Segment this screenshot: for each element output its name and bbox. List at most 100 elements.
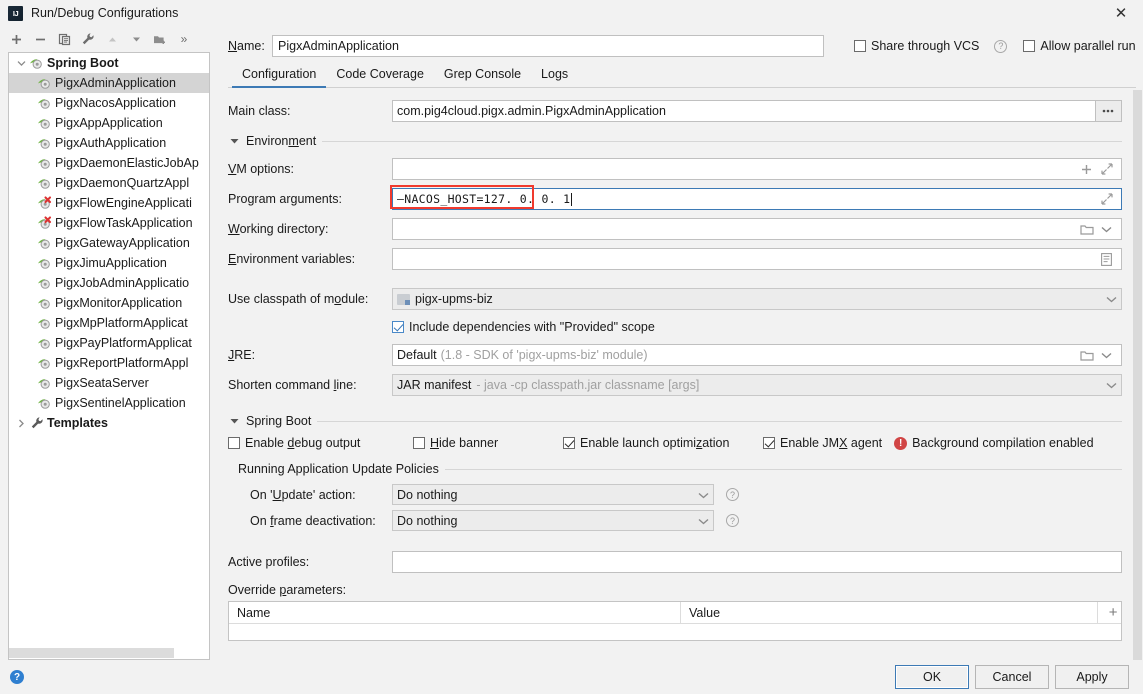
share-through-vcs-checkbox[interactable]: Share through VCS xyxy=(854,39,979,53)
jre-combo[interactable]: Default (1.8 - SDK of 'pigx-upms-biz' mo… xyxy=(392,344,1122,366)
program-arguments-value: —NACOS_HOST=127. 0. 0. 1 xyxy=(397,192,571,206)
tree-item-pigxmonitorapplication[interactable]: PigxMonitorApplication xyxy=(9,293,209,313)
chevron-down-icon[interactable] xyxy=(1097,226,1117,233)
new-folder-icon[interactable] xyxy=(149,28,171,50)
program-arguments-input[interactable]: —NACOS_HOST=127. 0. 0. 1 xyxy=(392,188,1122,210)
include-provided-row: Include dependencies with "Provided" sco… xyxy=(228,316,1122,338)
tree-horizontal-scrollbar[interactable] xyxy=(9,647,209,659)
vm-options-add-icon[interactable] xyxy=(1077,164,1097,175)
add-configuration-button[interactable] xyxy=(5,28,27,50)
spring-boot-collapse-icon[interactable] xyxy=(228,418,240,425)
shorten-command-line-combo[interactable]: JAR manifest - java -cp classpath.jar cl… xyxy=(392,374,1122,396)
enable-jmx-agent-checkbox[interactable]: Enable JMX agent xyxy=(763,436,882,450)
tree-item-pigxmpplatformapplicat[interactable]: PigxMpPlatformApplicat xyxy=(9,313,209,333)
tree-item-pigxreportplatformappl[interactable]: PigxReportPlatformAppl xyxy=(9,353,209,373)
update-policies-divider xyxy=(444,468,1122,470)
use-classpath-chevron-down-icon[interactable] xyxy=(1100,292,1117,306)
edit-templates-wrench-icon[interactable] xyxy=(77,28,99,50)
chevron-right-icon[interactable] xyxy=(13,419,29,428)
close-icon[interactable]: ✕ xyxy=(1099,0,1143,26)
tree-item-pigxauthapplication[interactable]: PigxAuthApplication xyxy=(9,133,209,153)
tree-item-label: PigxJimuApplication xyxy=(55,256,167,270)
tree-item-pigxadminapplication[interactable]: PigxAdminApplication xyxy=(9,73,209,93)
more-actions-button[interactable]: » xyxy=(173,28,195,50)
remove-configuration-button[interactable] xyxy=(29,28,51,50)
share-vcs-help-icon[interactable]: ? xyxy=(994,39,1008,53)
apply-button[interactable]: Apply xyxy=(1055,665,1129,689)
tree-item-pigxdaemonelasticjobap[interactable]: PigxDaemonElasticJobAp xyxy=(9,153,209,173)
on-frame-deactivation-combo[interactable]: Do nothing xyxy=(392,510,714,531)
spring-boot-section-divider xyxy=(317,420,1122,422)
main-class-input[interactable]: com.pig4cloud.pigx.admin.PigxAdminApplic… xyxy=(392,100,1096,122)
tree-item-templates[interactable]: Templates xyxy=(9,413,209,433)
ok-button[interactable]: OK xyxy=(895,665,969,689)
tree-item-pigxgatewayapplication[interactable]: PigxGatewayApplication xyxy=(9,233,209,253)
intellij-idea-logo-icon xyxy=(8,5,23,21)
working-directory-label: Working directory: xyxy=(228,222,329,236)
allow-parallel-run-checkbox[interactable]: Allow parallel run xyxy=(1023,39,1136,53)
tree-item-pigxdaemonquartzappl[interactable]: PigxDaemonQuartzAppl xyxy=(9,173,209,193)
shorten-command-line-chevron-down-icon[interactable] xyxy=(1100,378,1117,392)
tree-group-spring-boot[interactable]: Spring Boot xyxy=(9,53,209,73)
on-update-action-chevron-down-icon[interactable] xyxy=(698,488,709,502)
tree-item-pigxjobadminapplicatio[interactable]: PigxJobAdminApplicatio xyxy=(9,273,209,293)
copy-configuration-icon[interactable] xyxy=(53,28,75,50)
on-update-action-combo[interactable]: Do nothing xyxy=(392,484,714,505)
column-header-name[interactable]: Name xyxy=(229,601,681,624)
add-parameter-button[interactable]: + xyxy=(1096,601,1121,624)
on-update-action-help-icon[interactable]: ? xyxy=(726,488,739,501)
active-profiles-input[interactable] xyxy=(392,551,1122,573)
folder-icon[interactable] xyxy=(1077,224,1097,235)
tree-horizontal-scroll-thumb[interactable] xyxy=(9,648,174,658)
enable-debug-output-checkbox-box xyxy=(228,437,240,449)
move-down-icon[interactable] xyxy=(125,28,147,50)
vm-options-input[interactable] xyxy=(392,158,1122,180)
tab-logs[interactable]: Logs xyxy=(531,67,578,87)
tree-item-pigxflowengineapplicati[interactable]: PigxFlowEngineApplicati xyxy=(9,193,209,213)
cancel-button[interactable]: Cancel xyxy=(975,665,1049,689)
tab-grep-console[interactable]: Grep Console xyxy=(434,67,531,87)
tab-configuration[interactable]: Configuration xyxy=(232,67,327,88)
working-directory-input[interactable] xyxy=(392,218,1122,240)
vm-options-expand-icon[interactable] xyxy=(1097,163,1117,175)
list-icon[interactable] xyxy=(1097,252,1117,266)
enable-launch-optimization-checkbox[interactable]: Enable launch optimization xyxy=(563,436,763,450)
tree-item-pigxappapplication[interactable]: PigxAppApplication xyxy=(9,113,209,133)
background-compilation-label: Background compilation enabled xyxy=(912,436,1094,450)
tree-item-pigxseataserver[interactable]: PigxSeataServer xyxy=(9,373,209,393)
environment-variables-input[interactable] xyxy=(392,248,1122,270)
name-input[interactable] xyxy=(272,35,824,57)
enable-debug-output-checkbox[interactable]: Enable debug output xyxy=(228,436,413,450)
use-classpath-combo[interactable]: pigx-upms-biz xyxy=(392,288,1122,310)
hide-banner-checkbox[interactable]: Hide banner xyxy=(413,436,563,450)
help-icon[interactable]: ? xyxy=(10,670,24,684)
form-vertical-scrollbar[interactable] xyxy=(1130,88,1143,660)
configurations-tree[interactable]: Spring Boot PigxAdminApplication PigxNacos… xyxy=(8,52,210,660)
spring-boot-icon xyxy=(37,96,53,110)
jre-folder-icon[interactable] xyxy=(1077,350,1097,361)
tree-item-label: PigxGatewayApplication xyxy=(55,236,190,250)
environment-section-header[interactable]: Environment xyxy=(228,134,1122,148)
tree-item-pigxflowtaskapplication[interactable]: PigxFlowTaskApplication xyxy=(9,213,209,233)
move-up-icon[interactable] xyxy=(101,28,123,50)
on-frame-deactivation-help-icon[interactable]: ? xyxy=(726,514,739,527)
environment-collapse-icon[interactable] xyxy=(228,138,240,145)
on-update-action-value: Do nothing xyxy=(397,487,458,502)
chevron-down-icon[interactable] xyxy=(13,60,29,67)
enable-debug-output-label: Enable debug output xyxy=(245,436,361,450)
override-parameters-table[interactable]: Name Value + xyxy=(228,601,1122,641)
spring-boot-section-header[interactable]: Spring Boot xyxy=(228,414,1122,428)
tree-item-pigxnacosapplication[interactable]: PigxNacosApplication xyxy=(9,93,209,113)
tree-item-pigxsentinelapplication[interactable]: PigxSentinelApplication xyxy=(9,393,209,413)
form-vertical-scroll-thumb[interactable] xyxy=(1132,90,1142,660)
tree-item-pigxjimuapplication[interactable]: PigxJimuApplication xyxy=(9,253,209,273)
main-class-browse-button[interactable] xyxy=(1095,100,1122,122)
tab-code-coverage[interactable]: Code Coverage xyxy=(326,67,434,87)
jre-chevron-down-icon[interactable] xyxy=(1097,352,1117,359)
on-frame-deactivation-chevron-down-icon[interactable] xyxy=(698,514,709,528)
program-arguments-expand-icon[interactable] xyxy=(1097,193,1117,205)
allow-parallel-label: Allow parallel run xyxy=(1040,39,1136,53)
include-provided-checkbox[interactable]: Include dependencies with "Provided" sco… xyxy=(392,320,655,334)
tree-item-pigxpayplatformapplicat[interactable]: PigxPayPlatformApplicat xyxy=(9,333,209,353)
column-header-value[interactable]: Value xyxy=(681,602,1097,624)
